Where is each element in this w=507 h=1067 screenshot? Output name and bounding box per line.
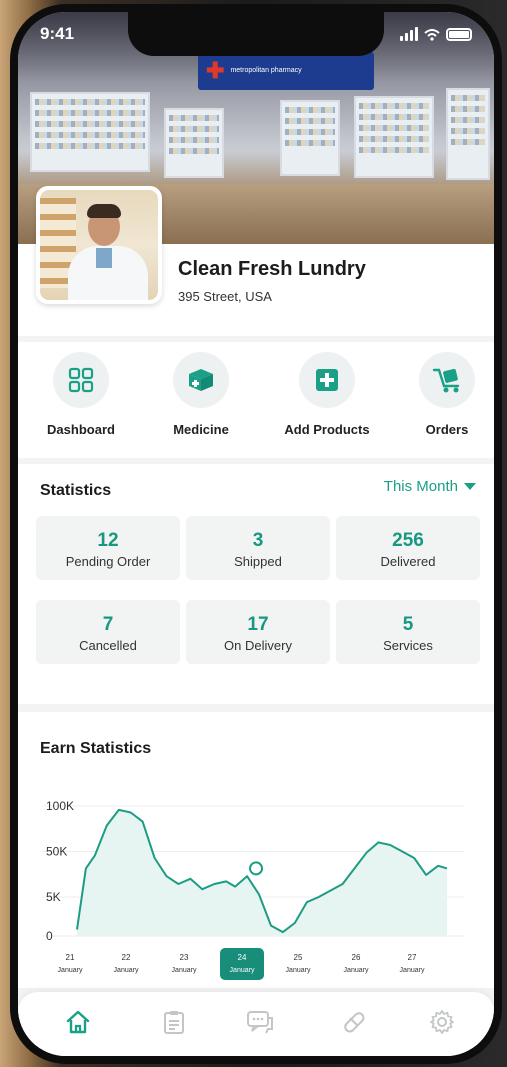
x-tick-day: 23	[180, 953, 189, 962]
x-tick-month: January	[114, 967, 139, 974]
stat-card-pending-order[interactable]: 12 Pending Order	[36, 516, 180, 580]
action-medicine-label: Medicine	[173, 422, 229, 437]
action-orders[interactable]: Orders	[392, 352, 494, 437]
stat-value: 3	[252, 530, 264, 551]
y-tick-label: 50K	[46, 845, 67, 859]
action-medicine[interactable]: Medicine	[146, 352, 256, 437]
action-dashboard-circle	[53, 352, 109, 408]
x-tick-month: January	[172, 967, 197, 974]
x-tick-month: January	[230, 967, 255, 974]
x-tick-day: 24	[238, 953, 247, 962]
action-dashboard[interactable]: Dashboard	[26, 352, 136, 437]
stat-label: On Delivery	[224, 638, 292, 653]
status-time: 9:41	[40, 24, 75, 43]
earn-series-area	[77, 809, 447, 936]
action-orders-label: Orders	[425, 422, 469, 437]
stat-value: 5	[402, 614, 414, 635]
chat-bubble-icon	[247, 1011, 273, 1034]
action-add-products-circle	[299, 352, 355, 408]
store-name: Clean Fresh Lundry	[178, 258, 366, 280]
statistics-title: Statistics	[40, 482, 112, 499]
x-tick-month: January	[286, 967, 311, 974]
delivery-trolley-icon	[432, 368, 460, 393]
store-address: 395 Street, USA	[178, 289, 272, 304]
nav-settings[interactable]	[428, 1008, 456, 1036]
action-add-products[interactable]: Add Products	[272, 352, 382, 437]
banner-shelf	[280, 100, 340, 176]
y-tick-label: 0	[46, 929, 53, 943]
pharmacy-cross-icon: ✚	[206, 58, 225, 83]
action-dashboard-label: Dashboard	[47, 422, 115, 437]
pill-icon	[344, 1012, 365, 1033]
stat-label: Delivered	[380, 554, 436, 569]
signal-icon	[400, 27, 418, 41]
action-medicine-circle	[173, 352, 229, 408]
x-tick-day: 25	[294, 953, 303, 962]
stat-label: Pending Order	[65, 554, 151, 569]
chart-highlight-point	[249, 861, 264, 876]
add-square-icon	[316, 369, 338, 391]
wifi-icon	[424, 29, 440, 41]
store-sign: ✚ metropolitan pharmacy	[198, 52, 374, 90]
x-tick-day: 21	[66, 953, 75, 962]
stat-card-services[interactable]: 5 Services	[336, 600, 480, 664]
banner-shelf	[30, 92, 150, 172]
nav-messages[interactable]	[246, 1008, 274, 1036]
y-tick-label: 5K	[46, 890, 61, 904]
banner-shelf	[446, 88, 490, 180]
stat-card-delivered[interactable]: 256 Delivered	[336, 516, 480, 580]
x-tick-day: 27	[408, 953, 417, 962]
stat-value: 17	[247, 614, 269, 635]
stat-card-on-delivery[interactable]: 17 On Delivery	[186, 600, 330, 664]
nav-orders[interactable]	[160, 1008, 188, 1036]
clipboard-list-icon	[164, 1011, 184, 1034]
stat-card-cancelled[interactable]: 7 Cancelled	[36, 600, 180, 664]
x-tick-month: January	[58, 967, 83, 974]
caret-down-icon	[464, 483, 476, 490]
statistics-section: Statistics This Month 12 Pending Order 3…	[18, 464, 494, 704]
stat-value: 256	[392, 530, 424, 551]
bottom-nav	[18, 992, 494, 1056]
store-sign-text: metropolitan pharmacy	[230, 67, 302, 74]
earn-statistics-section: Earn Statistics 100K 50K 5K 0 21 January 22 Jan…	[18, 712, 494, 988]
quick-actions: Dashboard Medicine Add Products Orders	[18, 342, 494, 458]
stat-card-shipped[interactable]: 3 Shipped	[186, 516, 330, 580]
battery-icon	[446, 28, 472, 41]
x-tick-month: January	[400, 967, 425, 974]
x-tick-day: 26	[352, 953, 361, 962]
action-orders-circle	[419, 352, 475, 408]
status-bar: 9:41	[18, 24, 494, 48]
phone-frame: ✚ metropolitan pharmacy 9:41 Clean Fresh…	[10, 4, 502, 1064]
stat-value: 7	[102, 614, 114, 635]
banner-shelf	[354, 96, 434, 178]
stat-label: Cancelled	[79, 638, 137, 653]
stat-value: 12	[97, 530, 119, 551]
stat-label: Shipped	[234, 554, 282, 569]
nav-home[interactable]	[64, 1008, 92, 1036]
nav-medicine[interactable]	[340, 1008, 368, 1036]
home-icon	[66, 1010, 90, 1034]
dashboard-grid-icon	[68, 367, 94, 393]
earn-chart[interactable]: 100K 50K 5K 0 21 January 22 January 23 January 24 J…	[18, 712, 494, 988]
action-add-products-label: Add Products	[284, 422, 370, 437]
stat-label: Services	[383, 638, 433, 653]
period-dropdown[interactable]: This Month	[384, 478, 476, 495]
gear-icon	[430, 1010, 454, 1034]
period-dropdown-label: This Month	[383, 478, 458, 495]
app-screen: ✚ metropolitan pharmacy 9:41 Clean Fresh…	[18, 12, 494, 1056]
x-tick-month: January	[344, 967, 369, 974]
medicine-box-icon	[189, 369, 213, 391]
banner-shelf	[164, 108, 224, 178]
x-tick-day: 22	[122, 953, 131, 962]
avatar-photo	[40, 190, 158, 300]
y-tick-label: 100K	[46, 799, 74, 813]
avatar[interactable]	[36, 186, 162, 304]
